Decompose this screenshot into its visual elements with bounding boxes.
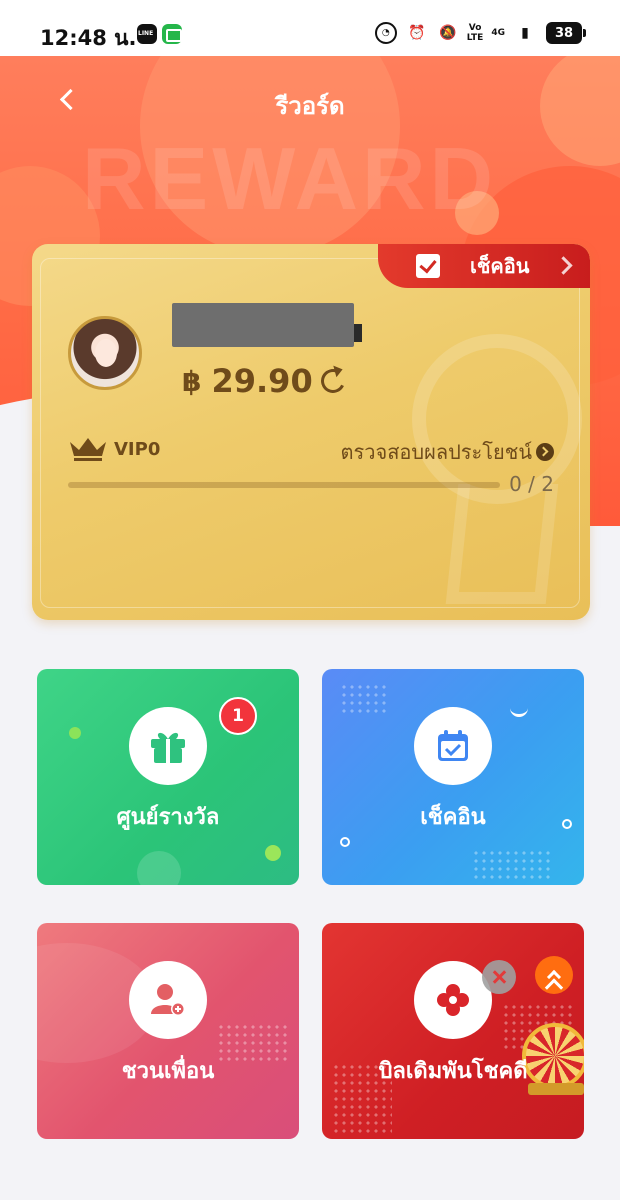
gift-icon [151,732,185,763]
chevron-right-circle-icon [536,443,554,461]
username-redacted [172,303,362,347]
lucky-bet-label: บิลเดิมพันโชคดี [378,1059,528,1084]
vip-progress-text: 0 / 2 [509,472,554,496]
add-friend-icon-circle [129,961,207,1039]
double-chevron-up-icon [546,969,562,985]
ribbon-watermark-icon [445,484,559,604]
decor-dot [69,727,81,739]
volte-icon: Vo LTE [466,23,484,43]
gift-icon-circle [129,707,207,785]
rewards-center-tile[interactable]: 1 ศูนย์รางวัล [37,669,299,885]
calendar-check-icon [438,730,468,761]
check-benefits-link[interactable]: ตรวจสอบผลประโยชน์ [341,436,554,468]
decor-dots [340,683,388,715]
avatar[interactable] [68,316,142,390]
battery-icon: 38 [546,22,586,44]
decor-dots [472,849,550,879]
close-icon [492,970,506,984]
status-indicators: ◔ ⏰ 🔕 Vo LTE 4G ▮ 38 [366,22,586,44]
medal-watermark-icon [412,334,582,504]
balance-value: 29.90 [211,362,313,400]
vip-level: VIP0 [114,438,161,460]
status-time: 12:48 น. [40,26,137,50]
collapse-button[interactable] [535,956,573,994]
mute-icon: 🔕 [439,25,457,41]
close-button[interactable] [482,960,516,994]
alarm-icon: ⏰ [408,25,426,41]
decor-dot [137,851,181,885]
speed-icon: ◔ [374,22,397,44]
invite-friends-tile[interactable]: ชวนเพื่อน [37,923,299,1139]
refresh-icon[interactable] [317,365,349,397]
clover-icon [437,984,469,1016]
checkbox-icon [416,254,440,278]
vip-level-row: VIP0 [68,436,160,462]
page-title: รีวอร์ด [275,92,345,120]
benefits-label: ตรวจสอบผลประโยชน์ [340,440,532,464]
clover-icon-circle [414,961,492,1039]
signal-icon: ▮ [521,25,529,41]
decor-ring [510,699,528,717]
4g-icon: 4G [491,28,505,38]
crown-icon [70,438,106,461]
add-friend-icon [151,984,185,1016]
message-icon [162,24,182,44]
calendar-icon-circle [414,707,492,785]
decor-dot [265,845,281,861]
baht-icon: ฿ [182,364,202,398]
checkin-tab-label: เช็คอิน [470,254,530,278]
notification-badge: 1 [219,697,257,735]
vip-card: เช็คอิน ฿ 29.90 VIP0 ตรวจสอบผลประโยชน์ 0… [32,244,590,620]
decor-ring [340,837,350,847]
avatar-face [95,339,117,367]
checkin-label: เช็คอิน [420,805,486,830]
status-bar: 12:48 น. ◔ ⏰ 🔕 VoLTE 4G ▮ 38 [0,0,620,56]
rewards-center-label: ศูนย์รางวัล [116,805,220,830]
lucky-bet-tile[interactable]: บิลเดิมพันโชคดี [322,923,584,1139]
balance: ฿ 29.90 [182,362,349,400]
line-icon [137,24,157,44]
checkin-tab-button[interactable]: เช็คอิน [378,244,590,288]
vip-progress-bar [68,482,500,488]
invite-friends-label: ชวนเพื่อน [121,1059,215,1084]
reward-watermark: REWARD [82,129,498,228]
checkin-tile[interactable]: เช็คอิน [322,669,584,885]
chevron-right-icon [554,256,573,275]
